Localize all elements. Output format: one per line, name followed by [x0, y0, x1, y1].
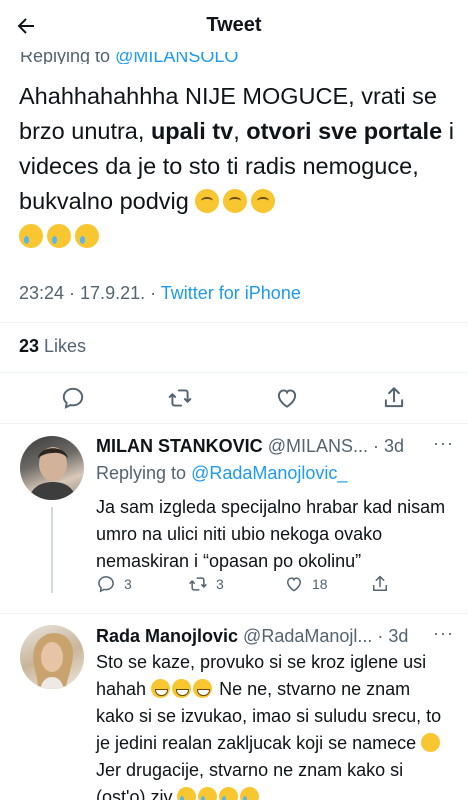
- replying-to: Replying to @RadaManojlovic_: [96, 463, 347, 484]
- reply-text: Ja sam izgleda specijalno hrabar kad nis…: [96, 497, 446, 571]
- divider: [0, 372, 468, 373]
- crying-face-emoji-icon: [75, 224, 99, 248]
- retweet-button[interactable]: 3: [188, 574, 224, 594]
- likes-label: Likes: [39, 336, 87, 356]
- likes-number: 23: [19, 336, 40, 356]
- crying-face-emoji-icon: [240, 787, 260, 800]
- tweet-timestamp: 23:24 · 17.9.21. ·: [19, 283, 161, 303]
- reply-time: · 3d: [367, 436, 405, 456]
- heart-icon: [286, 577, 302, 592]
- thread-line: [51, 507, 53, 593]
- grinning-face-emoji-icon: [151, 679, 171, 698]
- retweet-icon[interactable]: [167, 385, 193, 411]
- reply-button[interactable]: 3: [96, 574, 132, 594]
- avatar-photo: [28, 447, 77, 500]
- grinning-face-emoji-icon: [193, 679, 213, 698]
- crying-face-emoji-icon: [19, 224, 43, 248]
- retweet-count: 3: [216, 576, 224, 592]
- share-icon: [373, 575, 387, 591]
- retweet-icon: [189, 577, 207, 591]
- replying-prefix: Replying to: [96, 463, 192, 483]
- like-count: 18: [312, 576, 328, 592]
- crying-face-emoji-icon: [198, 787, 218, 800]
- heart-icon[interactable]: [274, 385, 300, 411]
- reply-tweet[interactable]: Rada Manojlovic @RadaManojl... · 3d ··· …: [0, 613, 468, 800]
- author-name[interactable]: Rada Manojlovic: [96, 626, 238, 646]
- top-bar: Tweet: [0, 0, 468, 52]
- crying-face-emoji-icon: [219, 787, 239, 800]
- tweet-source-link[interactable]: Twitter for iPhone: [161, 283, 301, 303]
- reply-header: MILAN STANKOVIC @MILANS... · 3d: [96, 436, 404, 457]
- divider: [0, 322, 468, 323]
- likes-count-link[interactable]: 23 Likes: [19, 336, 86, 357]
- crying-face-emoji-icon: [47, 224, 71, 248]
- share-icon[interactable]: [381, 385, 407, 411]
- grinning-face-emoji-icon: [172, 679, 192, 698]
- avatar[interactable]: [20, 436, 84, 500]
- tweet-text-bold: upali tv: [150, 118, 234, 144]
- reply-action-bar: 3 3 18: [96, 574, 426, 598]
- reply-icon[interactable]: [60, 385, 86, 411]
- tweet-meta: 23:24 · 17.9.21. · Twitter for iPhone: [19, 283, 301, 304]
- author-handle[interactable]: @MILANS...: [268, 436, 368, 456]
- replying-handle-link[interactable]: @RadaManojlovic_: [191, 463, 347, 483]
- author-handle[interactable]: @RadaManojl...: [243, 626, 372, 646]
- upside-down-face-emoji-icon: [195, 189, 220, 213]
- upside-down-face-emoji-icon: [251, 189, 276, 213]
- reply-icon: [98, 576, 114, 593]
- more-options-icon[interactable]: ···: [433, 623, 454, 644]
- reply-text: Sto se kaze, provuko si se kroz iglene u…: [96, 649, 451, 800]
- reply-time: · 3d: [372, 626, 409, 646]
- share-button[interactable]: [370, 574, 390, 594]
- reply-header: Rada Manojlovic @RadaManojl... · 3d: [96, 626, 408, 647]
- tweet-text-bold: otvori sve portale: [246, 118, 443, 144]
- tweet-action-bar: [0, 380, 468, 416]
- tweet-text: Ahahhahahhha NIJE MOGUCE, vrati se brzo …: [19, 79, 459, 254]
- like-button[interactable]: 18: [284, 574, 328, 594]
- tweet-text-part: ,: [233, 118, 247, 144]
- rofl-emoji-icon: [421, 733, 441, 752]
- avatar-photo: [33, 633, 74, 689]
- reply-count: 3: [124, 576, 132, 592]
- more-options-icon[interactable]: ···: [433, 433, 454, 454]
- avatar[interactable]: [20, 625, 84, 689]
- author-name[interactable]: MILAN STANKOVIC: [96, 436, 263, 456]
- crying-face-emoji-icon: [177, 787, 197, 800]
- reply-tweet[interactable]: MILAN STANKOVIC @MILANS... · 3d ··· Repl…: [0, 423, 468, 613]
- upside-down-face-emoji-icon: [223, 189, 248, 213]
- page-title: Tweet: [206, 14, 262, 36]
